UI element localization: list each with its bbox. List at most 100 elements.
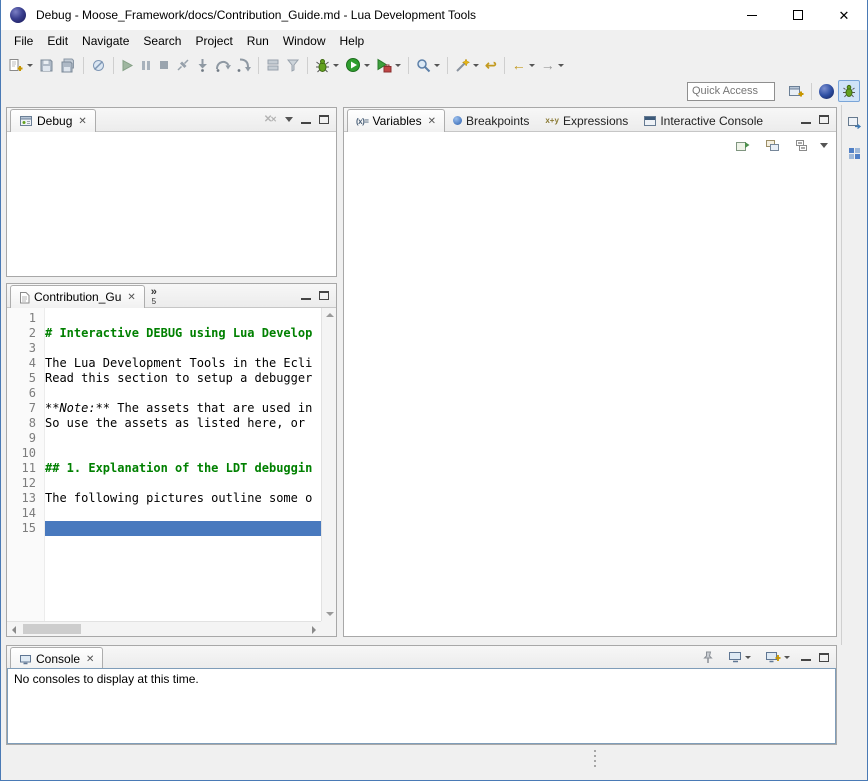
editor-line[interactable]: 2# Interactive DEBUG using Lua Develop (7, 326, 321, 341)
editor-lines[interactable]: 12# Interactive DEBUG using Lua Develop3… (7, 308, 321, 621)
menu-item-navigate[interactable]: Navigate (75, 31, 136, 51)
skip-breakpoints-button[interactable] (89, 54, 108, 76)
close-button[interactable]: ✕ (821, 0, 867, 30)
step-over-button[interactable] (213, 54, 233, 76)
menu-item-file[interactable]: File (7, 31, 40, 51)
maximize-view-button[interactable] (319, 115, 329, 124)
menu-item-help[interactable]: Help (333, 31, 372, 51)
close-icon[interactable]: ✕ (78, 116, 86, 127)
last-edit-location-button[interactable]: ↩ (483, 54, 499, 76)
editor-tab-overflow[interactable]: » 5 (145, 285, 163, 308)
save-button[interactable] (37, 54, 56, 76)
sash-handle[interactable] (593, 750, 597, 770)
view-menu-icon[interactable] (820, 143, 828, 148)
scroll-left-icon[interactable] (12, 626, 16, 634)
debug-perspective-button[interactable] (838, 80, 860, 102)
resume-button[interactable] (119, 54, 136, 76)
console-header-buttons (699, 646, 836, 668)
maximize-view-button[interactable] (319, 291, 329, 300)
last-edit-location-icon: ↩ (485, 58, 497, 72)
step-filters-button[interactable] (284, 54, 302, 76)
collapse-all-button[interactable] (793, 134, 810, 156)
maximize-view-button[interactable] (819, 653, 829, 662)
scroll-right-icon[interactable] (312, 626, 316, 634)
editor-line[interactable]: 6 (7, 386, 321, 401)
interactive-console-icon (644, 116, 656, 126)
show-logical-structure-button[interactable] (763, 134, 782, 156)
editor-line[interactable]: 8So use the assets as listed here, or (7, 416, 321, 431)
display-console-button[interactable] (726, 646, 753, 668)
line-number: 6 (7, 386, 45, 401)
menu-item-project[interactable]: Project (188, 31, 239, 51)
run-button[interactable] (343, 54, 372, 76)
tab-console[interactable]: Console ✕ (10, 647, 103, 670)
debug-button[interactable] (313, 54, 341, 76)
tab-breakpoints[interactable]: Breakpoints (445, 109, 537, 132)
editor-line[interactable]: 1 (7, 311, 321, 326)
minimize-view-button[interactable] (801, 653, 811, 661)
editor-line-text (45, 521, 321, 536)
tab-debug[interactable]: Debug ✕ (10, 109, 96, 132)
minimize-view-button[interactable] (301, 292, 311, 300)
scroll-down-icon[interactable] (326, 612, 334, 616)
ldt-perspective-button[interactable] (817, 80, 836, 102)
pin-console-button[interactable] (700, 646, 716, 668)
terminate-button[interactable] (156, 54, 172, 76)
tab-contribution-guide[interactable]: Contribution_Gu ✕ (10, 285, 145, 308)
editor-line[interactable]: 14 (7, 506, 321, 521)
new-button[interactable] (6, 54, 35, 76)
tab-expressions[interactable]: x+yExpressions (537, 109, 636, 132)
horizontal-scrollbar[interactable] (7, 621, 321, 636)
close-icon[interactable]: ✕ (86, 654, 94, 665)
editor-line-text (45, 506, 321, 521)
editor-line[interactable]: 13The following pictures outline some o (7, 491, 321, 506)
menu-item-edit[interactable]: Edit (40, 31, 75, 51)
maximize-view-button[interactable] (819, 115, 829, 124)
save-all-button[interactable] (58, 54, 78, 76)
open-perspective-button[interactable] (786, 80, 806, 102)
close-icon[interactable]: ✕ (428, 116, 436, 127)
restore-views-button[interactable] (845, 111, 864, 133)
external-tools-button[interactable] (374, 54, 403, 76)
menu-item-run[interactable]: Run (240, 31, 276, 51)
suspend-button[interactable] (138, 54, 154, 76)
forward-button[interactable]: → (539, 54, 566, 76)
editor-line[interactable]: 11## 1. Explanation of the LDT debuggin (7, 461, 321, 476)
step-into-button[interactable] (194, 54, 211, 76)
scrollbar-thumb[interactable] (23, 624, 81, 634)
tab-interactive-console[interactable]: Interactive Console (636, 109, 771, 132)
editor-line[interactable]: 3 (7, 341, 321, 356)
back-button[interactable]: ← (510, 54, 537, 76)
step-return-button[interactable] (235, 54, 253, 76)
editor-line[interactable]: 7**Note:** The assets that are used in (7, 401, 321, 416)
minimized-view-button[interactable] (846, 142, 863, 164)
remove-terminated-icon[interactable]: ✕✕ (264, 114, 277, 125)
show-type-names-button[interactable] (733, 134, 752, 156)
search-button[interactable] (414, 54, 442, 76)
menu-item-window[interactable]: Window (276, 31, 333, 51)
editor-line[interactable]: 12 (7, 476, 321, 491)
editor-line[interactable]: 10 (7, 446, 321, 461)
quick-access-input[interactable]: Quick Access (687, 82, 775, 101)
drop-to-frame-button[interactable] (264, 54, 282, 76)
tab-variables[interactable]: (x)=Variables✕ (347, 109, 445, 132)
maximize-button[interactable] (775, 0, 821, 30)
menu-item-search[interactable]: Search (136, 31, 188, 51)
minimize-button[interactable] (729, 0, 775, 30)
open-console-button[interactable] (763, 646, 792, 668)
new-wizard-button[interactable] (453, 54, 481, 76)
editor-line[interactable]: 15 (7, 521, 321, 536)
close-icon[interactable]: ✕ (127, 292, 135, 303)
editor-line[interactable]: 4The Lua Development Tools in the Ecli (7, 356, 321, 371)
disconnect-button[interactable] (174, 54, 192, 76)
scroll-up-icon[interactable] (326, 313, 334, 317)
debug-perspective-icon (842, 84, 856, 98)
editor-view: Contribution_Gu ✕ » 5 12# Interactive DE… (6, 283, 337, 637)
line-number: 5 (7, 371, 45, 386)
editor-line[interactable]: 5Read this section to setup a debugger (7, 371, 321, 386)
minimize-view-button[interactable] (801, 116, 811, 124)
minimize-view-button[interactable] (301, 116, 311, 124)
vertical-scrollbar[interactable] (321, 308, 336, 621)
view-menu-icon[interactable] (285, 117, 293, 122)
editor-line[interactable]: 9 (7, 431, 321, 446)
